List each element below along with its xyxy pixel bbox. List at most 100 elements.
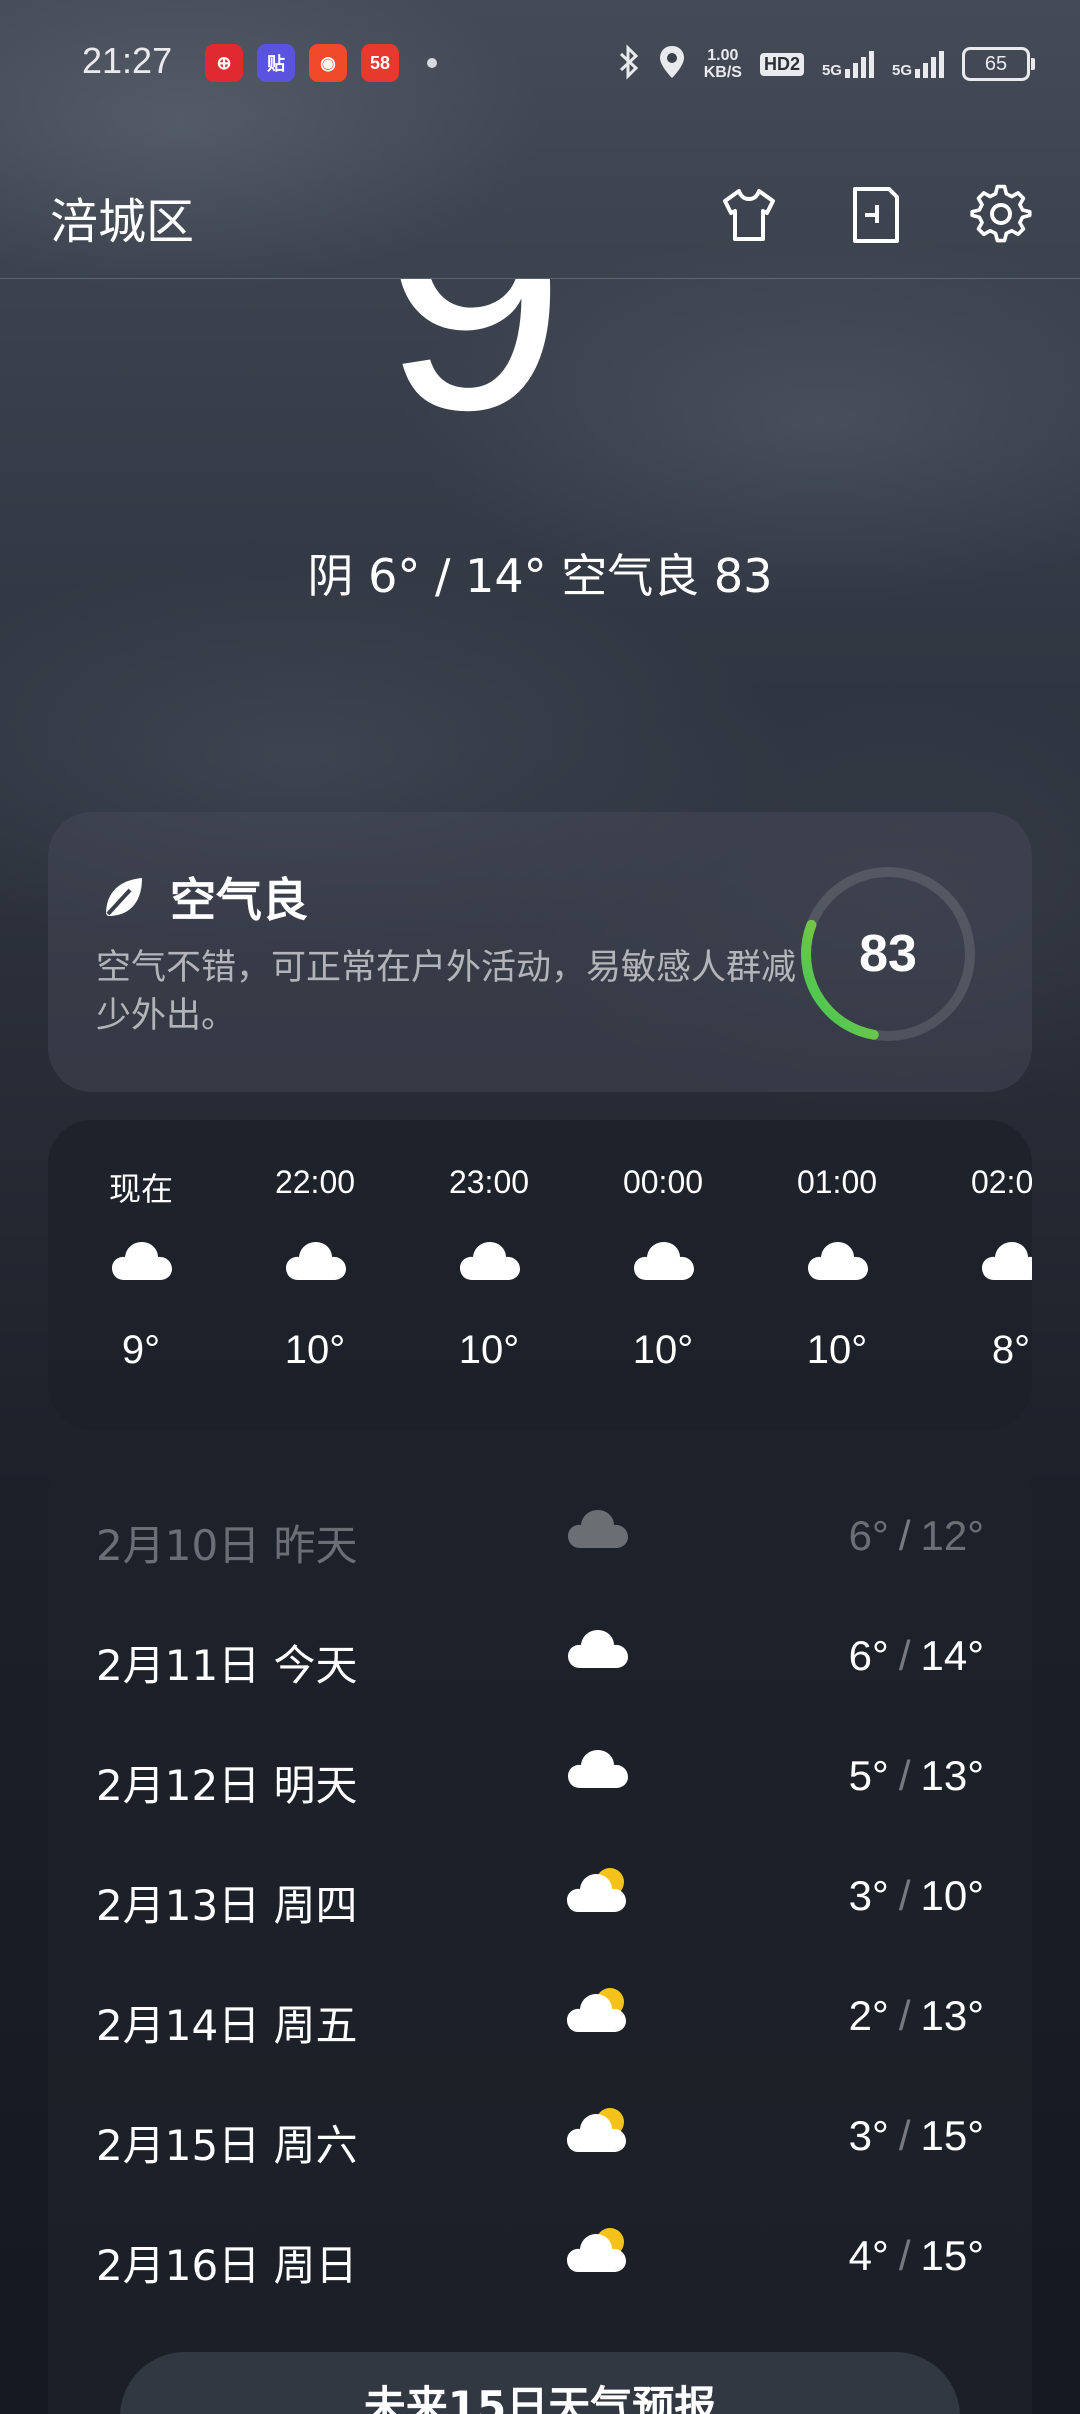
- partly-cloudy-icon: [566, 2106, 630, 2158]
- cloud-icon: [458, 1238, 522, 1286]
- battery-level: 65: [984, 52, 1008, 75]
- daily-temperature-range: 5°/13°: [849, 1752, 984, 1800]
- daily-low: 3°: [848, 1872, 889, 1919]
- range-separator: /: [898, 2232, 911, 2279]
- hourly-item: 23:00 10°: [424, 1120, 554, 1430]
- cloud-icon: [110, 1238, 174, 1286]
- partly-cloudy-icon: [566, 2226, 630, 2278]
- daily-row[interactable]: 2月15日 周六 3°/15°: [48, 2076, 1032, 2196]
- signal-bars-icon: [915, 51, 944, 78]
- cloud-icon: [806, 1238, 870, 1286]
- daily-date: 2月16日 周日: [96, 2241, 358, 2290]
- signal-5g-1: 5G: [822, 49, 874, 79]
- daily-high: 15°: [920, 2232, 984, 2279]
- cloud-icon: [284, 1238, 348, 1286]
- air-quality-description: 空气不错，可正常在户外活动，易敏感人群减少外出。: [96, 948, 797, 1036]
- daily-low: 4°: [848, 2232, 889, 2279]
- daily-report-button[interactable]: [834, 174, 916, 256]
- daily-low: 6°: [848, 1512, 889, 1559]
- daily-date: 2月13日 周四: [96, 1881, 358, 1930]
- daily-low: 2°: [848, 1992, 889, 2039]
- daily-temperature-range: 6°/12°: [849, 1512, 984, 1560]
- hourly-item: 01:00 10°: [772, 1120, 902, 1430]
- daily-temperature-range: 3°/15°: [849, 2112, 984, 2160]
- range-separator: /: [898, 1752, 911, 1799]
- location-title[interactable]: 涪城区: [50, 182, 194, 252]
- daily-row[interactable]: 2月10日 昨天 6°/12°: [48, 1476, 1032, 1596]
- range-separator: /: [898, 1992, 911, 2039]
- hourly-item: 00:00 10°: [598, 1120, 728, 1430]
- bluetooth-icon: [618, 44, 640, 84]
- weather-screen: 21:27 ⊕ 贴 ◉ 58 1.00 KB/S HD2 5G 5G 65 涪城…: [0, 0, 1080, 2414]
- partly-cloudy-icon: [566, 1986, 630, 2038]
- daily-high: 14°: [920, 1632, 984, 1679]
- hd-voice-badge: HD2: [759, 52, 804, 76]
- settings-button[interactable]: [960, 174, 1042, 256]
- unionpay-app-icon: ⊕: [205, 44, 243, 82]
- range-separator: /: [898, 2112, 911, 2159]
- hourly-item: 02:00 8°: [946, 1120, 1032, 1430]
- range-separator: /: [898, 1512, 911, 1559]
- gear-icon: [970, 184, 1032, 243]
- daily-date: 2月15日 周六: [96, 2121, 358, 2170]
- hourly-time: 00:00: [622, 1164, 704, 1200]
- hourly-temperature: 10°: [458, 1328, 520, 1372]
- net-speed: 1.00 KB/S: [704, 47, 742, 81]
- battery-icon: 65: [962, 47, 1035, 81]
- daily-date: 2月12日 明天: [96, 1761, 358, 1810]
- status-bar: 21:27 ⊕ 贴 ◉ 58 1.00 KB/S HD2 5G 5G 65: [0, 0, 1080, 130]
- hourly-temperature: 10°: [632, 1328, 694, 1372]
- daily-high: 12°: [920, 1512, 984, 1559]
- partly-cloudy-icon: [566, 1866, 630, 1918]
- hourly-temperature: 10°: [806, 1328, 868, 1372]
- hourly-time: 现在: [108, 1171, 173, 1207]
- cloud-icon: [566, 1626, 630, 1674]
- range-separator: /: [898, 1872, 911, 1919]
- daily-temperature-range: 2°/13°: [849, 1992, 984, 2040]
- hourly-item: 现在 9°: [76, 1120, 206, 1430]
- location-icon: [658, 44, 686, 84]
- daily-low: 6°: [848, 1632, 889, 1679]
- hourly-temperature: 9°: [121, 1328, 161, 1372]
- daily-date: 2月10日 昨天: [96, 1521, 358, 1570]
- daily-forecast-card[interactable]: 2月10日 昨天 6°/12° 2月11日 今天 6°/14° 2月12日 明天 5°/1…: [48, 1456, 1032, 2414]
- notification-app-icons: ⊕ 贴 ◉ 58: [205, 44, 437, 82]
- current-temperature: 9°: [382, 279, 698, 478]
- daily-temperature-range: 3°/10°: [849, 1872, 984, 1920]
- dress-advice-button[interactable]: [708, 174, 790, 256]
- top-app-bar: 涪城区: [0, 150, 1080, 279]
- daily-row[interactable]: 2月16日 周日 4°/15°: [48, 2196, 1032, 2316]
- status-right-icons: 1.00 KB/S HD2 5G 5G 65: [618, 44, 1035, 84]
- net-speed-value: 1.00: [707, 47, 739, 64]
- cloud-icon: [566, 1506, 630, 1554]
- daily-date: 2月11日 今天: [96, 1641, 358, 1690]
- tshirt-icon: [723, 189, 775, 241]
- hourly-time: 23:00: [448, 1164, 530, 1200]
- red-app-icon: ◉: [309, 44, 347, 82]
- daily-high: 13°: [920, 1752, 984, 1799]
- cloud-icon: [980, 1238, 1032, 1286]
- more-notifications-dot-icon: [427, 58, 437, 68]
- daily-row[interactable]: 2月11日 今天 6°/14°: [48, 1596, 1032, 1716]
- signal-bars-icon: [844, 51, 874, 78]
- hourly-temperature: 8°: [991, 1328, 1031, 1372]
- header-actions: [708, 174, 1042, 256]
- net-speed-unit: KB/S: [703, 64, 742, 81]
- hourly-forecast-card[interactable]: 现在 9° 22:00 10° 23:00 10° 00:00 10° 01:00 10° 02:0…: [48, 1120, 1032, 1430]
- tieba-app-icon: 贴: [257, 44, 295, 82]
- weather-summary: 阴 6° / 14° 空气良 83: [307, 549, 773, 603]
- daily-row[interactable]: 2月14日 周五 2°/13°: [48, 1956, 1032, 2076]
- aqi-value: 83: [859, 925, 917, 983]
- fifteen-day-forecast-button[interactable]: 未来15日天气预报: [120, 2352, 960, 2414]
- 58-app-icon: 58: [361, 44, 399, 82]
- hourly-time: 22:00: [274, 1164, 356, 1200]
- daily-temperature-range: 4°/15°: [849, 2232, 984, 2280]
- status-time: 21:27: [82, 40, 173, 81]
- signal-5g-2: 5G: [892, 49, 944, 79]
- daily-low: 3°: [848, 2112, 889, 2159]
- air-quality-card[interactable]: 空气良 空气不错，可正常在户外活动，易敏感人群减少外出。 83: [48, 812, 1032, 1092]
- air-quality-header: 空气良: [98, 864, 308, 930]
- cloud-icon: [632, 1238, 696, 1286]
- daily-row[interactable]: 2月13日 周四 3°/10°: [48, 1836, 1032, 1956]
- daily-row[interactable]: 2月12日 明天 5°/13°: [48, 1716, 1032, 1836]
